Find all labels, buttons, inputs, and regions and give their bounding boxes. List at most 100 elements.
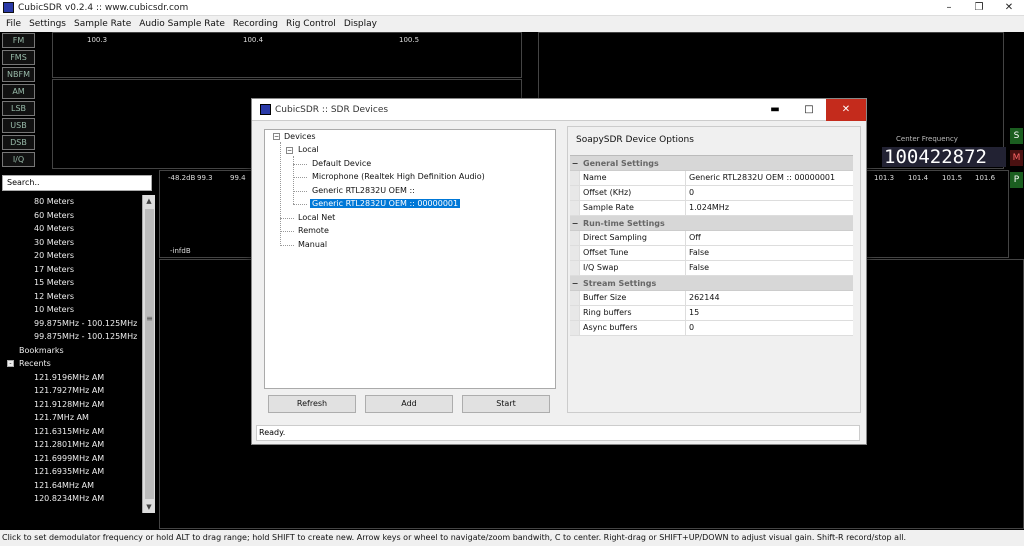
menu-display[interactable]: Display xyxy=(340,19,381,29)
list-item[interactable]: 121.7MHz AM xyxy=(0,411,156,425)
property-value[interactable]: 0 xyxy=(686,186,853,200)
mode-nbfm-button[interactable]: NBFM xyxy=(2,67,35,82)
row-gutter xyxy=(570,291,580,305)
list-item[interactable]: 121.7927MHz AM xyxy=(0,384,156,398)
tree-node-device[interactable]: Default Device xyxy=(312,159,371,168)
minimize-button[interactable]: – xyxy=(934,0,964,16)
dialog-maximize-button[interactable]: □ xyxy=(792,99,826,121)
close-button[interactable]: ✕ xyxy=(994,0,1024,16)
mode-am-button[interactable]: AM xyxy=(2,84,35,99)
maximize-button[interactable]: ❐ xyxy=(964,0,994,16)
recents-folder[interactable]: - Recents xyxy=(0,357,156,371)
bookmark-scrollbar[interactable]: ▲ ≡ ▼ xyxy=(142,195,155,513)
start-button[interactable]: Start xyxy=(462,395,550,413)
list-item[interactable]: 80 Meters xyxy=(0,195,156,209)
menu-file[interactable]: File xyxy=(2,19,25,29)
tree-node-manual[interactable]: Manual xyxy=(298,240,327,249)
collapse-icon[interactable]: − xyxy=(570,156,580,170)
list-item[interactable]: 17 Meters xyxy=(0,263,156,277)
add-button[interactable]: Add xyxy=(365,395,453,413)
list-item[interactable]: 120.8234MHz AM xyxy=(0,492,156,506)
property-value[interactable]: 15 xyxy=(686,306,853,320)
mode-lsb-button[interactable]: LSB xyxy=(2,101,35,116)
tree-node-local-net[interactable]: Local Net xyxy=(298,213,335,222)
collapse-icon[interactable]: − xyxy=(286,147,293,154)
property-value[interactable]: Generic RTL2832U OEM :: 00000001 xyxy=(686,171,853,185)
tree-node-devices[interactable]: Devices xyxy=(284,132,316,141)
window-title: CubicSDR v0.2.4 :: www.cubicsdr.com xyxy=(18,2,189,13)
list-item[interactable]: 121.6315MHz AM xyxy=(0,425,156,439)
property-value[interactable]: 262144 xyxy=(686,291,853,305)
mode-dsb-button[interactable]: DSB xyxy=(2,135,35,150)
bookmarks-folder[interactable]: Bookmarks xyxy=(0,344,156,358)
property-value[interactable]: Off xyxy=(686,231,853,245)
list-item[interactable]: 40 Meters xyxy=(0,222,156,236)
refresh-button[interactable]: Refresh xyxy=(268,395,356,413)
dialog-minimize-button[interactable]: ▬ xyxy=(758,99,792,121)
menu-audio-sample-rate[interactable]: Audio Sample Rate xyxy=(135,19,229,29)
property-row[interactable]: I/Q Swap False xyxy=(570,261,853,276)
tree-node-device[interactable]: Generic RTL2832U OEM :: xyxy=(312,186,415,195)
sdr-devices-dialog: CubicSDR :: SDR Devices ▬ □ ✕ − Devices … xyxy=(251,98,867,445)
mode-iq-button[interactable]: I/Q xyxy=(2,152,35,167)
tick-label: 100.5 xyxy=(399,36,420,44)
list-item[interactable]: 121.2801MHz AM xyxy=(0,438,156,452)
list-item[interactable]: 121.6999MHz AM xyxy=(0,452,156,466)
menu-rig-control[interactable]: Rig Control xyxy=(282,19,340,29)
menu-recording[interactable]: Recording xyxy=(229,19,282,29)
collapse-icon[interactable]: − xyxy=(273,133,280,140)
list-item[interactable]: 121.9128MHz AM xyxy=(0,398,156,412)
list-item[interactable]: 99.875MHz - 100.125MHz xyxy=(0,317,156,331)
mute-button[interactable]: M xyxy=(1010,150,1023,166)
bookmark-tree: 80 Meters 60 Meters 40 Meters 30 Meters … xyxy=(0,195,156,515)
list-item[interactable]: 60 Meters xyxy=(0,209,156,223)
scroll-up-icon[interactable]: ▲ xyxy=(143,195,155,207)
list-item[interactable]: 121.64MHz AM xyxy=(0,479,156,493)
group-header[interactable]: − Run-time Settings xyxy=(570,216,853,231)
property-row[interactable]: Direct Sampling Off xyxy=(570,231,853,246)
property-value[interactable]: False xyxy=(686,246,853,260)
mode-fms-button[interactable]: FMS xyxy=(2,50,35,65)
demod-spectrum[interactable]: 100.3 100.4 100.5 xyxy=(52,32,522,78)
tree-node-remote[interactable]: Remote xyxy=(298,226,329,235)
property-row[interactable]: Offset (KHz) 0 xyxy=(570,186,853,201)
collapse-icon[interactable]: − xyxy=(570,216,580,230)
list-item[interactable]: 15 Meters xyxy=(0,276,156,290)
row-gutter xyxy=(570,246,580,260)
menu-sample-rate[interactable]: Sample Rate xyxy=(70,19,135,29)
scroll-thumb[interactable]: ≡ xyxy=(145,209,154,499)
group-header[interactable]: − General Settings xyxy=(570,156,853,171)
list-item[interactable]: 121.6935MHz AM xyxy=(0,465,156,479)
property-row[interactable]: Ring buffers 15 xyxy=(570,306,853,321)
property-row[interactable]: Offset Tune False xyxy=(570,246,853,261)
bookmark-search-input[interactable]: Search.. xyxy=(2,175,152,191)
tree-node-device[interactable]: Microphone (Realtek High Definition Audi… xyxy=(312,172,485,181)
collapse-icon[interactable]: − xyxy=(570,276,580,290)
peak-hold-button[interactable]: P xyxy=(1010,172,1023,188)
mode-fm-button[interactable]: FM xyxy=(2,33,35,48)
property-value[interactable]: 1.024MHz xyxy=(686,201,853,215)
list-item[interactable]: 121.9196MHz AM xyxy=(0,371,156,385)
solo-button[interactable]: S xyxy=(1010,128,1023,144)
menu-settings[interactable]: Settings xyxy=(25,19,70,29)
scroll-down-icon[interactable]: ▼ xyxy=(143,501,155,513)
tree-node-device-selected[interactable]: Generic RTL2832U OEM :: 00000001 xyxy=(310,199,461,208)
list-item[interactable]: 20 Meters xyxy=(0,249,156,263)
list-item[interactable]: 99.875MHz - 100.125MHz xyxy=(0,330,156,344)
group-header[interactable]: − Stream Settings xyxy=(570,276,853,291)
list-item[interactable]: 12 Meters xyxy=(0,290,156,304)
property-row[interactable]: Buffer Size 262144 xyxy=(570,291,853,306)
property-row[interactable]: Sample Rate 1.024MHz xyxy=(570,201,853,216)
collapse-icon[interactable]: - xyxy=(7,360,14,367)
mode-usb-button[interactable]: USB xyxy=(2,118,35,133)
list-item[interactable]: 10 Meters xyxy=(0,303,156,317)
property-value[interactable]: False xyxy=(686,261,853,275)
property-row[interactable]: Name Generic RTL2832U OEM :: 00000001 xyxy=(570,171,853,186)
dialog-close-button[interactable]: ✕ xyxy=(826,98,866,121)
tree-node-local[interactable]: Local xyxy=(298,145,319,154)
center-frequency-label: Center Frequency xyxy=(896,135,958,143)
list-item[interactable]: 30 Meters xyxy=(0,236,156,250)
property-row[interactable]: Async buffers 0 xyxy=(570,321,853,336)
center-frequency-display[interactable]: 100422872 xyxy=(882,147,1006,167)
property-value[interactable]: 0 xyxy=(686,321,853,335)
